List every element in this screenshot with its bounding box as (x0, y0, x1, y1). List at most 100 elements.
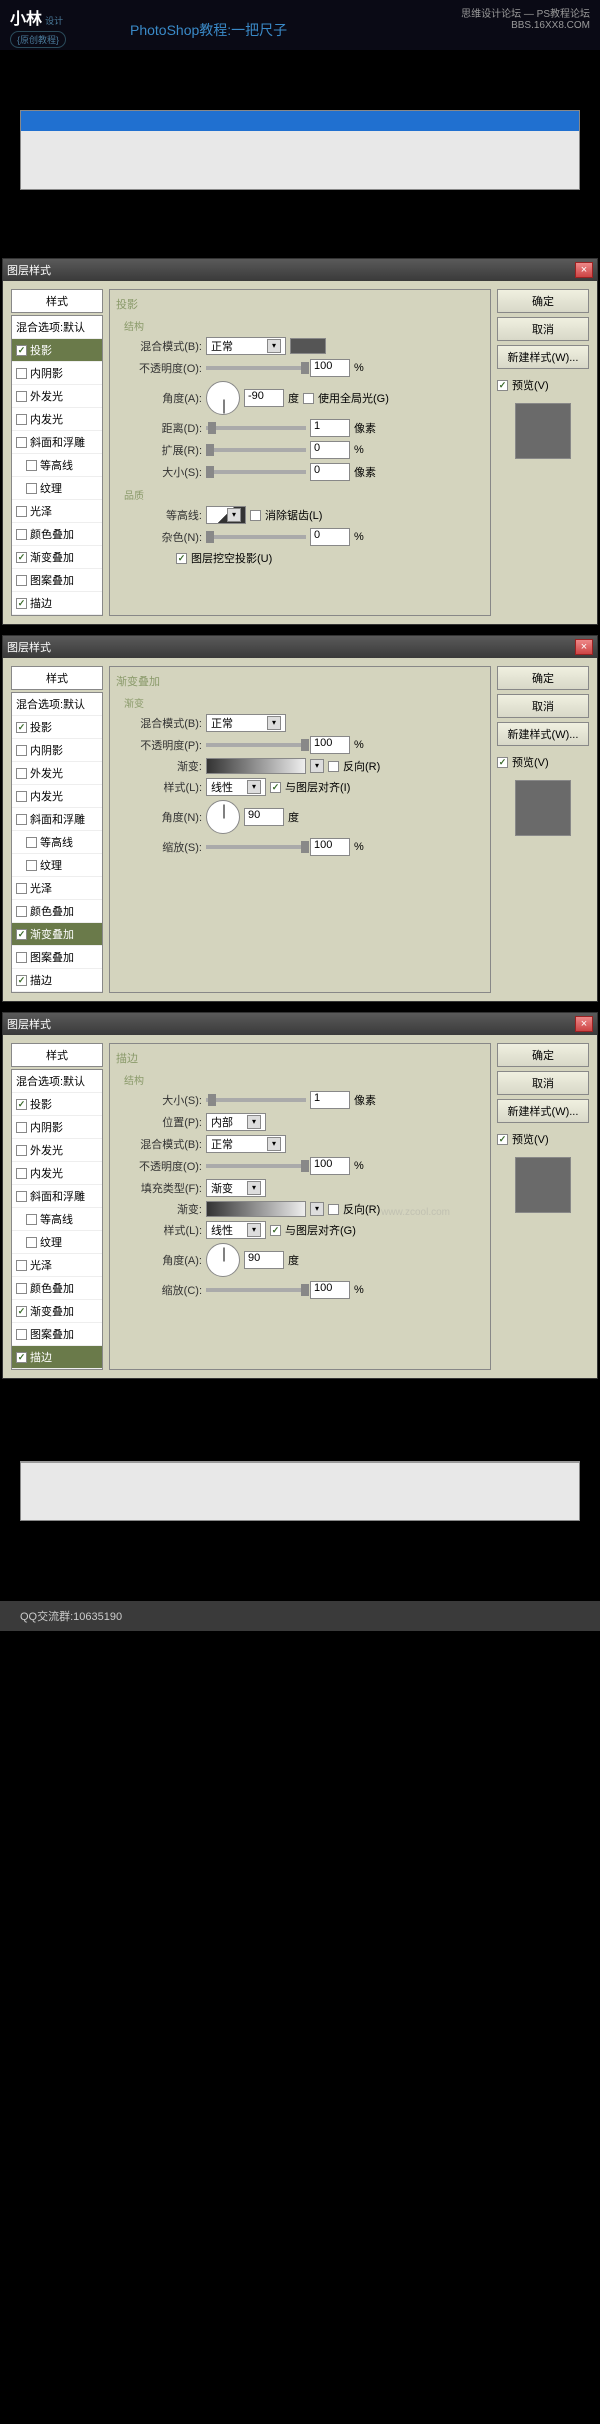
style-bevel[interactable]: 斜面和浮雕 (12, 1185, 102, 1208)
gradient-picker[interactable] (206, 1201, 306, 1217)
style-drop-shadow[interactable]: 投影 (12, 1093, 102, 1116)
close-button[interactable]: × (575, 1016, 593, 1032)
style-gradient-overlay[interactable]: 渐变叠加 (12, 546, 102, 569)
scale-input[interactable]: 100 (310, 1281, 350, 1299)
style-gradient-overlay[interactable]: 渐变叠加 (12, 923, 102, 946)
style-inner-shadow[interactable]: 内阴影 (12, 739, 102, 762)
contour-picker[interactable]: ▾ (206, 506, 246, 524)
style-outer-glow[interactable]: 外发光 (12, 385, 102, 408)
blend-options[interactable]: 混合选项:默认 (12, 1070, 102, 1093)
preview-checkbox[interactable] (497, 1134, 508, 1145)
size-input[interactable]: 1 (310, 1091, 350, 1109)
spread-slider[interactable] (206, 448, 306, 452)
style-stroke[interactable]: 描边 (12, 1346, 102, 1369)
preview-checkbox[interactable] (497, 757, 508, 768)
style-color-overlay[interactable]: 颜色叠加 (12, 1277, 102, 1300)
style-contour[interactable]: 等高线 (12, 454, 102, 477)
cancel-button[interactable]: 取消 (497, 694, 589, 718)
style-satin[interactable]: 光泽 (12, 1254, 102, 1277)
angle-input[interactable]: 90 (244, 808, 284, 826)
shadow-color-swatch[interactable] (290, 338, 326, 354)
opacity-slider[interactable] (206, 366, 306, 370)
style-bevel[interactable]: 斜面和浮雕 (12, 808, 102, 831)
fill-type-select[interactable]: 渐变▾ (206, 1179, 266, 1197)
opacity-slider[interactable] (206, 1164, 306, 1168)
close-button[interactable]: × (575, 639, 593, 655)
style-inner-shadow[interactable]: 内阴影 (12, 362, 102, 385)
position-select[interactable]: 内部▾ (206, 1113, 266, 1131)
ok-button[interactable]: 确定 (497, 1043, 589, 1067)
dialog-titlebar[interactable]: 图层样式 × (3, 1013, 597, 1035)
distance-input[interactable]: 1 (310, 419, 350, 437)
angle-input[interactable]: -90 (244, 389, 284, 407)
style-satin[interactable]: 光泽 (12, 500, 102, 523)
style-drop-shadow[interactable]: 投影 (12, 339, 102, 362)
opacity-slider[interactable] (206, 743, 306, 747)
distance-slider[interactable] (206, 426, 306, 430)
new-style-button[interactable]: 新建样式(W)... (497, 345, 589, 369)
noise-slider[interactable] (206, 535, 306, 539)
blend-options[interactable]: 混合选项:默认 (12, 316, 102, 339)
style-pattern-overlay[interactable]: 图案叠加 (12, 946, 102, 969)
global-light-checkbox[interactable] (303, 393, 314, 404)
gradient-dropdown[interactable]: ▾ (310, 1202, 324, 1216)
style-bevel[interactable]: 斜面和浮雕 (12, 431, 102, 454)
style-inner-glow[interactable]: 内发光 (12, 1162, 102, 1185)
angle-dial[interactable] (206, 1243, 240, 1277)
blend-options[interactable]: 混合选项:默认 (12, 693, 102, 716)
dialog-titlebar[interactable]: 图层样式 × (3, 259, 597, 281)
style-satin[interactable]: 光泽 (12, 877, 102, 900)
opacity-input[interactable]: 100 (310, 359, 350, 377)
cancel-button[interactable]: 取消 (497, 1071, 589, 1095)
ok-button[interactable]: 确定 (497, 289, 589, 313)
opacity-input[interactable]: 100 (310, 1157, 350, 1175)
size-input[interactable]: 0 (310, 463, 350, 481)
new-style-button[interactable]: 新建样式(W)... (497, 1099, 589, 1123)
opacity-input[interactable]: 100 (310, 736, 350, 754)
reverse-checkbox[interactable] (328, 761, 339, 772)
style-outer-glow[interactable]: 外发光 (12, 762, 102, 785)
scale-input[interactable]: 100 (310, 838, 350, 856)
style-inner-glow[interactable]: 内发光 (12, 408, 102, 431)
gradient-dropdown[interactable]: ▾ (310, 759, 324, 773)
gradient-style-select[interactable]: 线性▾ (206, 778, 266, 796)
blend-mode-select[interactable]: 正常▾ (206, 714, 286, 732)
blend-mode-select[interactable]: 正常▾ (206, 1135, 286, 1153)
style-texture[interactable]: 纹理 (12, 477, 102, 500)
angle-dial[interactable] (206, 800, 240, 834)
blend-mode-select[interactable]: 正常▾ (206, 337, 286, 355)
close-button[interactable]: × (575, 262, 593, 278)
align-checkbox[interactable] (270, 782, 281, 793)
style-texture[interactable]: 纹理 (12, 1231, 102, 1254)
style-pattern-overlay[interactable]: 图案叠加 (12, 569, 102, 592)
style-contour[interactable]: 等高线 (12, 1208, 102, 1231)
antialias-checkbox[interactable] (250, 510, 261, 521)
preview-checkbox[interactable] (497, 380, 508, 391)
scale-slider[interactable] (206, 1288, 306, 1292)
size-slider[interactable] (206, 470, 306, 474)
style-color-overlay[interactable]: 颜色叠加 (12, 900, 102, 923)
dialog-titlebar[interactable]: 图层样式 × (3, 636, 597, 658)
size-slider[interactable] (206, 1098, 306, 1102)
style-inner-glow[interactable]: 内发光 (12, 785, 102, 808)
scale-slider[interactable] (206, 845, 306, 849)
angle-input[interactable]: 90 (244, 1251, 284, 1269)
style-stroke[interactable]: 描边 (12, 969, 102, 992)
new-style-button[interactable]: 新建样式(W)... (497, 722, 589, 746)
style-gradient-overlay[interactable]: 渐变叠加 (12, 1300, 102, 1323)
noise-input[interactable]: 0 (310, 528, 350, 546)
ok-button[interactable]: 确定 (497, 666, 589, 690)
spread-input[interactable]: 0 (310, 441, 350, 459)
gradient-picker[interactable] (206, 758, 306, 774)
align-checkbox[interactable] (270, 1225, 281, 1236)
style-pattern-overlay[interactable]: 图案叠加 (12, 1323, 102, 1346)
knockout-checkbox[interactable] (176, 553, 187, 564)
style-outer-glow[interactable]: 外发光 (12, 1139, 102, 1162)
reverse-checkbox[interactable] (328, 1204, 339, 1215)
style-drop-shadow[interactable]: 投影 (12, 716, 102, 739)
gradient-style-select[interactable]: 线性▾ (206, 1221, 266, 1239)
style-color-overlay[interactable]: 颜色叠加 (12, 523, 102, 546)
style-contour[interactable]: 等高线 (12, 831, 102, 854)
style-texture[interactable]: 纹理 (12, 854, 102, 877)
style-inner-shadow[interactable]: 内阴影 (12, 1116, 102, 1139)
